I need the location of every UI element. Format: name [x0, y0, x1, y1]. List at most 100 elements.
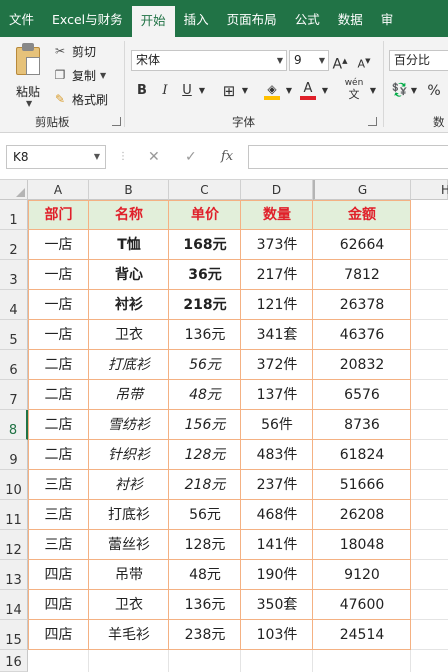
insert-function-button[interactable]: fx — [221, 145, 233, 169]
chevron-down-icon[interactable]: ▼ — [320, 80, 330, 102]
table-cell-item[interactable]: 卫衣 — [89, 590, 169, 620]
header-cell-qty[interactable]: 数量 — [241, 200, 313, 230]
table-cell-price[interactable]: 56元 — [169, 500, 241, 530]
phonetic-guide-button[interactable]: wén 文 — [340, 77, 368, 101]
accounting-format-button[interactable]: 💱 — [391, 80, 409, 102]
row-header-5[interactable]: 5 — [0, 320, 28, 350]
row-header-16[interactable]: 16 — [0, 650, 28, 672]
table-cell-item[interactable]: 卫衣 — [89, 320, 169, 350]
format-painter-button[interactable]: ✎ 格式刷 — [52, 89, 108, 109]
table-cell-price[interactable]: 168元 — [169, 230, 241, 260]
table-cell-dept[interactable]: 一店 — [28, 260, 89, 290]
table-cell-amount[interactable]: 24514 — [313, 620, 411, 650]
table-cell-amount[interactable]: 18048 — [313, 530, 411, 560]
number-format-select[interactable]: 百分比 — [389, 50, 448, 71]
tab-excel-finance[interactable]: Excel与财务 — [43, 0, 132, 37]
chevron-down-icon[interactable]: ▼ — [409, 80, 419, 102]
table-cell-item[interactable]: 雪纺衫 — [89, 410, 169, 440]
tab-review[interactable]: 审 — [372, 0, 403, 37]
tab-insert[interactable]: 插入 — [175, 0, 218, 37]
table-cell-amount[interactable]: 8736 — [313, 410, 411, 440]
tab-home[interactable]: 开始 — [131, 6, 175, 37]
tab-data[interactable]: 数据 — [329, 0, 372, 37]
table-cell-qty[interactable]: 373件 — [241, 230, 313, 260]
table-cell-qty[interactable]: 237件 — [241, 470, 313, 500]
table-cell-price[interactable]: 128元 — [169, 530, 241, 560]
table-cell-qty[interactable]: 103件 — [241, 620, 313, 650]
table-cell-price[interactable]: 238元 — [169, 620, 241, 650]
chevron-down-icon[interactable]: ▼ — [100, 71, 106, 80]
font-color-button[interactable]: A — [298, 78, 318, 100]
table-cell-price[interactable]: 156元 — [169, 410, 241, 440]
table-cell-price[interactable]: 36元 — [169, 260, 241, 290]
formula-input[interactable] — [248, 145, 448, 169]
table-cell-item[interactable]: 衬衫 — [89, 470, 169, 500]
row-header-8[interactable]: 8 — [0, 410, 28, 440]
table-cell-item[interactable]: 羊毛衫 — [89, 620, 169, 650]
decrease-font-size-button[interactable]: A▼ — [356, 50, 372, 72]
row-header-15[interactable]: 15 — [0, 620, 28, 650]
table-cell-amount[interactable]: 62664 — [313, 230, 411, 260]
row-header-13[interactable]: 13 — [0, 560, 28, 590]
header-cell-amount[interactable]: 金额 — [313, 200, 411, 230]
table-cell-item[interactable]: 打底衫 — [89, 500, 169, 530]
column-header-h[interactable]: H — [411, 180, 448, 200]
table-cell-dept[interactable]: 二店 — [28, 410, 89, 440]
tab-file[interactable]: 文件 — [0, 0, 43, 37]
table-cell-dept[interactable]: 三店 — [28, 530, 89, 560]
table-cell-qty[interactable]: 483件 — [241, 440, 313, 470]
column-header-a[interactable]: A — [28, 180, 89, 200]
table-cell-dept[interactable]: 四店 — [28, 590, 89, 620]
table-cell-qty[interactable]: 350套 — [241, 590, 313, 620]
table-cell-amount[interactable]: 7812 — [313, 260, 411, 290]
table-cell-item[interactable]: 吊带 — [89, 380, 169, 410]
font-name-select[interactable]: 宋体 ▼ — [131, 50, 287, 71]
row-header-2[interactable]: 2 — [0, 230, 28, 260]
drag-handle-icon[interactable]: ⋮ — [118, 145, 128, 169]
italic-button[interactable]: I — [156, 80, 174, 102]
row-header-3[interactable]: 3 — [0, 260, 28, 290]
cancel-icon[interactable]: ✕ — [148, 145, 160, 169]
table-cell-item[interactable]: 打底衫 — [89, 350, 169, 380]
percent-style-button[interactable]: % — [425, 80, 443, 102]
table-cell-qty[interactable]: 190件 — [241, 560, 313, 590]
table-cell-qty[interactable]: 137件 — [241, 380, 313, 410]
header-cell-item[interactable]: 名称 — [89, 200, 169, 230]
table-cell-price[interactable]: 48元 — [169, 560, 241, 590]
row-header-14[interactable]: 14 — [0, 590, 28, 620]
table-cell-item[interactable]: T恤 — [89, 230, 169, 260]
table-cell-item[interactable]: 吊带 — [89, 560, 169, 590]
table-cell-dept[interactable]: 一店 — [28, 290, 89, 320]
paste-button[interactable]: 粘贴 ▼ — [14, 43, 44, 108]
table-cell-dept[interactable]: 四店 — [28, 620, 89, 650]
table-cell-amount[interactable]: 9120 — [313, 560, 411, 590]
chevron-down-icon[interactable]: ▼ — [197, 80, 207, 102]
underline-button[interactable]: U — [178, 80, 196, 102]
table-cell-qty[interactable]: 372件 — [241, 350, 313, 380]
row-header-7[interactable]: 7 — [0, 380, 28, 410]
header-cell-dept[interactable]: 部门 — [28, 200, 89, 230]
table-cell-item[interactable]: 针织衫 — [89, 440, 169, 470]
column-header-b[interactable]: B — [89, 180, 169, 200]
table-cell-dept[interactable]: 四店 — [28, 560, 89, 590]
table-cell-price[interactable]: 136元 — [169, 590, 241, 620]
font-dialog-launcher-icon[interactable] — [368, 117, 377, 126]
borders-button[interactable]: ⊞ — [220, 80, 238, 102]
table-cell-amount[interactable]: 47600 — [313, 590, 411, 620]
copy-button[interactable]: ❐ 复制 ▼ — [52, 65, 107, 85]
table-cell-dept[interactable]: 三店 — [28, 470, 89, 500]
chevron-down-icon[interactable]: ▼ — [368, 80, 378, 102]
tab-formulas[interactable]: 公式 — [286, 0, 329, 37]
table-cell-qty[interactable]: 121件 — [241, 290, 313, 320]
table-cell-qty[interactable]: 56件 — [241, 410, 313, 440]
table-cell-dept[interactable]: 二店 — [28, 380, 89, 410]
table-cell-amount[interactable]: 26378 — [313, 290, 411, 320]
table-cell-amount[interactable]: 20832 — [313, 350, 411, 380]
chevron-down-icon[interactable]: ▼ — [26, 99, 32, 108]
header-cell-price[interactable]: 单价 — [169, 200, 241, 230]
table-cell-price[interactable]: 218元 — [169, 290, 241, 320]
table-cell-qty[interactable]: 468件 — [241, 500, 313, 530]
table-cell-item[interactable]: 背心 — [89, 260, 169, 290]
table-cell-qty[interactable]: 141件 — [241, 530, 313, 560]
table-cell-amount[interactable]: 26208 — [313, 500, 411, 530]
